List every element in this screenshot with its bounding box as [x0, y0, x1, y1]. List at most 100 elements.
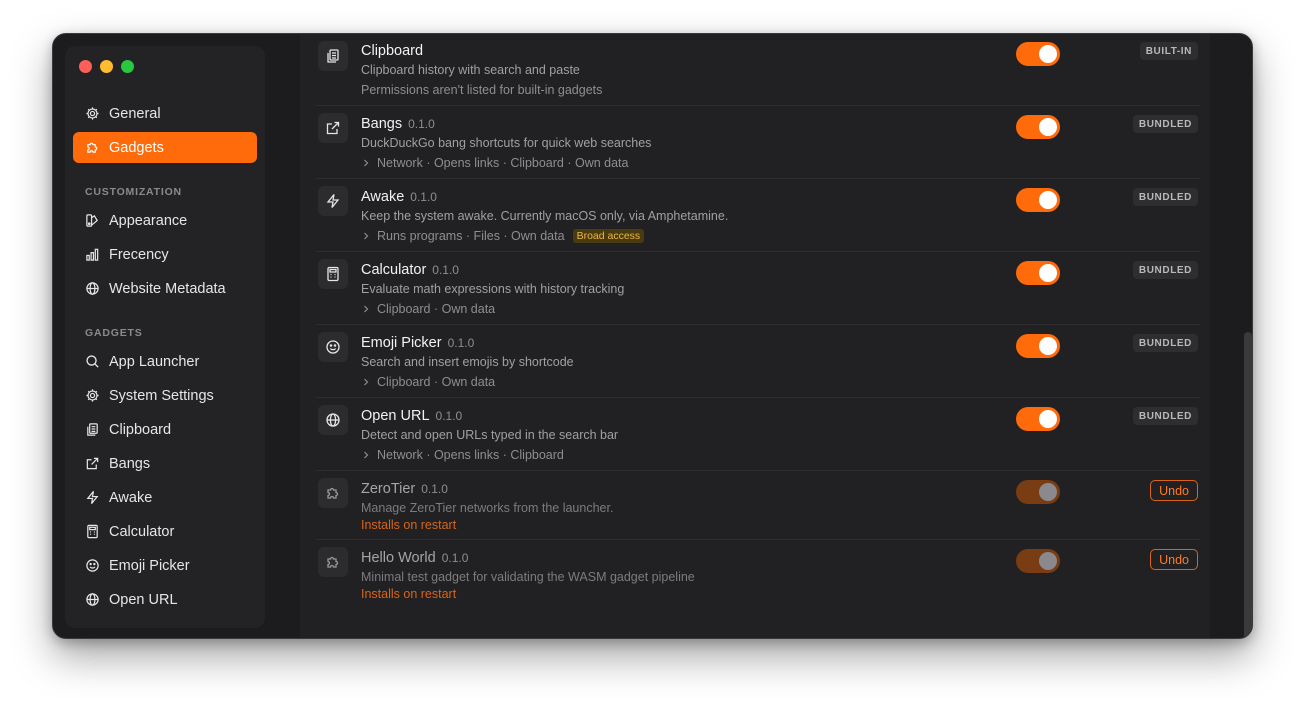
toggle-knob	[1039, 552, 1057, 570]
sidebar-item-label: Emoji Picker	[109, 557, 190, 574]
gadget-badge: BUNDLED	[1132, 261, 1198, 279]
gadget-name: Bangs	[361, 116, 403, 132]
gadget-title: Hello World 0.1.0	[361, 550, 468, 566]
permissions-text: Runs programs · Files · Own data	[377, 229, 565, 243]
sidebar-item-awake[interactable]: Awake	[73, 482, 257, 513]
lightning-icon	[86, 491, 99, 504]
sidebar-item-label: Clipboard	[109, 421, 172, 438]
gadget-version: 0.1.0	[435, 409, 463, 423]
sidebar-item-clipboard[interactable]: Clipboard	[73, 414, 257, 445]
gadget-permissions[interactable]: Clipboard · Own data	[361, 375, 495, 389]
gadget-enable-toggle[interactable]	[1016, 261, 1060, 285]
gadget-title: Calculator 0.1.0	[361, 262, 459, 278]
gadget-permissions[interactable]: Network · Opens links · Clipboard · Own …	[361, 156, 628, 170]
sidebar-item-emoji-picker[interactable]: Emoji Picker	[73, 550, 257, 581]
gadget-description: Minimal test gadget for validating the W…	[361, 570, 695, 584]
clipboard-icon	[87, 423, 98, 436]
gadget-description: Evaluate math expressions with history t…	[361, 282, 625, 296]
permissions-text: Network · Opens links · Clipboard	[377, 448, 564, 462]
puzzle-icon	[327, 487, 339, 499]
gadget-description: Detect and open URLs typed in the search…	[361, 428, 619, 442]
sidebar-item-app-launcher[interactable]: App Launcher	[73, 346, 257, 377]
sidebar-item-appearance[interactable]: Appearance	[73, 205, 257, 236]
gadget-row-open-url: Open URL 0.1.0 Detect and open URLs typed…	[316, 398, 1200, 471]
sidebar-item-bangs[interactable]: Bangs	[73, 448, 257, 479]
gadget-icon	[318, 113, 348, 143]
sidebar-item-open-url[interactable]: Open URL	[73, 584, 257, 615]
gadget-enable-toggle[interactable]	[1016, 549, 1060, 573]
puzzle-icon	[327, 556, 339, 568]
smiley-icon	[86, 559, 99, 572]
sidebar-item-calculator[interactable]: Calculator	[73, 516, 257, 547]
gadget-enable-toggle[interactable]	[1016, 480, 1060, 504]
palette-icon	[86, 214, 98, 227]
gadget-enable-toggle[interactable]	[1016, 334, 1060, 358]
chevron-right-icon	[364, 232, 369, 240]
globe-icon	[86, 282, 99, 295]
gadget-row-bangs: Bangs 0.1.0 DuckDuckGo bang shortcuts for…	[316, 106, 1200, 179]
undo-button[interactable]: Undo	[1150, 549, 1198, 570]
broad-access-badge: Broad access	[572, 229, 645, 243]
settings-window: General Gadgets CUSTOMIZATION Appearance…	[52, 33, 1253, 639]
gadgets-list: Clipboard Clipboard history with search …	[300, 34, 1210, 638]
gadget-row-emoji-picker: Emoji Picker 0.1.0 Search and insert emoj…	[316, 325, 1200, 398]
gadget-icon	[318, 259, 348, 289]
sidebar-item-label: Calculator	[109, 523, 175, 540]
gadget-icon	[318, 478, 348, 508]
sidebar-item-label: Open URL	[109, 591, 178, 608]
smiley-icon	[326, 340, 340, 354]
chevron-right-icon	[364, 305, 369, 313]
close-window-button[interactable]	[79, 60, 92, 73]
puzzle-icon	[87, 142, 98, 153]
gadget-enable-toggle[interactable]	[1016, 188, 1060, 212]
gadget-name: Awake	[361, 189, 405, 205]
gadget-name: Open URL	[361, 408, 430, 424]
toggle-knob	[1039, 118, 1057, 136]
permissions-text: Network · Opens links · Clipboard · Own …	[377, 156, 629, 170]
gadget-badge: BUILT-IN	[1139, 42, 1198, 60]
scrollbar[interactable]	[1244, 332, 1252, 638]
chevron-right-icon	[364, 159, 369, 167]
gadget-title: Emoji Picker 0.1.0	[361, 335, 474, 351]
gadget-permissions[interactable]: Network · Opens links · Clipboard	[361, 448, 564, 462]
gadget-title: Awake 0.1.0	[361, 189, 437, 205]
sidebar-item-label: Gadgets	[109, 139, 164, 156]
chevron-right-icon	[364, 378, 369, 386]
chevron-right-icon	[364, 451, 369, 459]
globe-icon	[86, 593, 99, 606]
gear-icon	[86, 107, 99, 120]
gadget-title: Open URL 0.1.0	[361, 408, 462, 424]
gadget-name: Calculator	[361, 262, 427, 278]
gadget-icon	[318, 332, 348, 362]
minimize-window-button[interactable]	[100, 60, 113, 73]
gadget-enable-toggle[interactable]	[1016, 407, 1060, 431]
sidebar-item-general[interactable]: General	[73, 98, 257, 129]
clipboard-icon	[327, 49, 339, 63]
gadget-permissions[interactable]: Clipboard · Own data	[361, 302, 495, 316]
gadget-permissions[interactable]: Runs programs · Files · Own data Broad a…	[361, 229, 645, 243]
gadget-badge: BUNDLED	[1132, 188, 1198, 206]
gadget-enable-toggle[interactable]	[1016, 42, 1060, 66]
external-link-icon	[326, 121, 340, 135]
globe-icon	[326, 413, 340, 427]
gadget-version: 0.1.0	[410, 190, 437, 204]
zoom-window-button[interactable]	[121, 60, 134, 73]
installs-on-restart-note: Installs on restart	[361, 518, 457, 532]
gadget-name: Emoji Picker	[361, 335, 442, 351]
sidebar-item-gadgets[interactable]: Gadgets	[73, 132, 257, 163]
permissions-text: Clipboard · Own data	[377, 302, 496, 316]
lightning-icon	[326, 194, 340, 208]
gadget-title: Bangs 0.1.0	[361, 116, 435, 132]
gadget-icon	[318, 405, 348, 435]
gadget-version: 0.1.0	[441, 551, 469, 565]
sidebar-item-label: Awake	[109, 489, 153, 506]
calculator-icon	[87, 524, 98, 539]
sidebar-item-system-settings[interactable]: System Settings	[73, 380, 257, 411]
sidebar-item-label: Appearance	[109, 212, 188, 229]
gadget-enable-toggle[interactable]	[1016, 115, 1060, 139]
gadget-version: 0.1.0	[421, 482, 448, 496]
sidebar-item-website-metadata[interactable]: Website Metadata	[73, 273, 257, 304]
sidebar-item-frecency[interactable]: Frecency	[73, 239, 257, 270]
window-controls	[79, 60, 134, 73]
undo-button[interactable]: Undo	[1150, 480, 1198, 501]
